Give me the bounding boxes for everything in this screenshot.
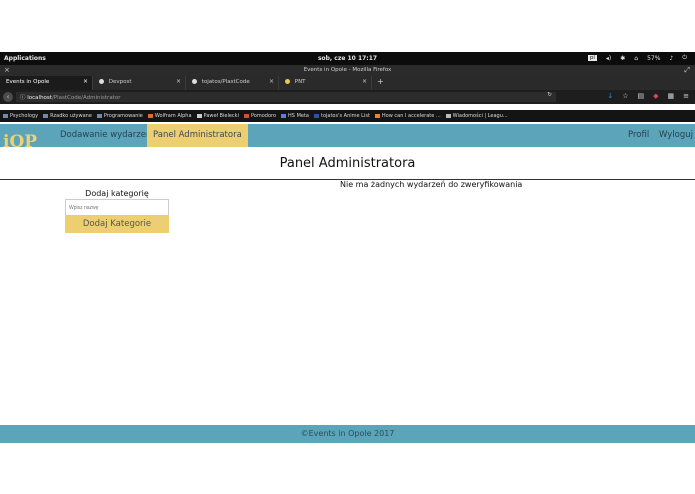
battery-indicator[interactable]: 57% [647, 55, 660, 62]
tab-devpost[interactable]: Devpost × [93, 76, 186, 90]
nav-profile[interactable]: Profil [622, 124, 655, 147]
bluetooth-icon[interactable]: ✱ [620, 55, 625, 62]
close-tab-icon[interactable]: × [269, 78, 274, 85]
bookmark-league[interactable]: Wiadomości | Leagu... [445, 113, 508, 119]
github-icon [192, 79, 197, 84]
site-icon [196, 114, 202, 118]
nav-logout[interactable]: Wyloguj [653, 124, 695, 147]
devpost-icon [99, 79, 104, 84]
downloads-icon[interactable]: ↓ [607, 92, 613, 100]
tab-github[interactable]: tojatos/PlastCode × [186, 76, 279, 90]
bookmarks-toolbar: Psychology Rzadko używane Programowanie … [0, 110, 695, 122]
library-icon[interactable]: ▤ [637, 92, 644, 100]
bookmark-star-icon[interactable]: ☆ [622, 92, 628, 100]
bookmark-label: Pomodoro [250, 113, 277, 119]
wolfram-icon [147, 114, 153, 118]
tab-label: PNT [294, 79, 306, 85]
close-tab-icon[interactable]: × [176, 78, 181, 85]
nav-admin-panel[interactable]: Panel Administratora [147, 124, 248, 147]
add-category-title: Dodaj kategorię [85, 189, 149, 198]
bookmark-label: Wiadomości | Leagu... [452, 113, 508, 119]
tab-events-in-opole[interactable]: Events in Opole × [0, 76, 93, 90]
bookmark-label: How can I accelerate ... [381, 113, 441, 119]
notification-icon[interactable]: ♪ [669, 55, 673, 62]
bookmark-label: Rzadko używane [50, 113, 92, 119]
url-path: /PlastCode/Administrator [51, 95, 121, 101]
bookmark-folder-programowanie[interactable]: Programowanie [96, 113, 143, 119]
bookmark-label: Programowanie [103, 113, 143, 119]
shield-icon[interactable]: ◆ [653, 92, 658, 100]
site-icon [281, 114, 287, 118]
site-logo[interactable]: iOP [3, 126, 51, 152]
bookmark-stackoverflow[interactable]: How can I accelerate ... [374, 113, 441, 119]
new-tab-button[interactable]: + [372, 76, 389, 90]
bookmark-label: Paweł Bielecki [203, 113, 239, 119]
category-name-input[interactable] [65, 199, 169, 216]
tab-label: tojatos/PlastCode [201, 79, 250, 85]
bookmark-bielecki[interactable]: Paweł Bielecki [196, 113, 239, 119]
bookmark-folder-rzadko[interactable]: Rzadko używane [43, 113, 92, 119]
power-icon[interactable]: ⏻ [682, 54, 687, 62]
site-footer: ©Events in Opole 2017 [0, 425, 695, 443]
add-category-button[interactable]: Dodaj Kategorie [65, 216, 169, 233]
site-icon [445, 114, 451, 118]
folder-icon [3, 114, 8, 118]
tab-label: Events in Opole [6, 79, 50, 85]
bookmark-label: HS Meta [288, 113, 309, 119]
tab-strip: Events in Opole × Devpost × tojatos/Plas… [0, 76, 695, 90]
bookmark-wolfram[interactable]: Wolfram Alpha [147, 113, 192, 119]
reload-icon[interactable]: ↻ [547, 92, 552, 98]
keyboard-layout-indicator[interactable]: pl [587, 55, 597, 61]
tomato-icon [243, 114, 249, 118]
url-host: localhost [27, 95, 52, 101]
tab-pnt[interactable]: PNT × [279, 76, 372, 90]
system-tray: pl ◂) ✱ ⌂ 57% ♪ ⏻ [587, 54, 687, 62]
mal-icon [313, 114, 319, 118]
extension-icon[interactable]: ▦ [668, 92, 675, 100]
system-top-bar: Applications sob, cze 10 17:17 pl ◂) ✱ ⌂… [0, 52, 695, 65]
bookmark-label: tojatos's Anime List [320, 113, 370, 119]
bookmark-label: Wolfram Alpha [154, 113, 192, 119]
close-tab-icon[interactable]: × [362, 78, 367, 85]
bookmark-hs-meta[interactable]: HS Meta [281, 113, 309, 119]
tab-label: Devpost [108, 79, 132, 85]
logo-mark-icon: iOP [3, 132, 38, 152]
network-icon[interactable]: ⌂ [634, 55, 638, 62]
back-icon[interactable]: ‹ [3, 92, 13, 102]
url-bar[interactable]: ⓘ localhost/PlastCode/Administrator ↻ [16, 92, 556, 102]
browser-title-bar: × Events in Opole - Mozilla Firefox ⤢ [0, 65, 695, 76]
window-title: Events in Opole - Mozilla Firefox [303, 67, 392, 73]
toolbar-icons: ↓ ☆ ▤ ◆ ▦ ≡ [607, 92, 689, 100]
folder-icon [43, 114, 49, 118]
maximize-icon[interactable]: ⤢ [684, 66, 690, 75]
volume-icon[interactable]: ◂) [606, 55, 611, 62]
close-tab-icon[interactable]: × [83, 78, 88, 85]
stackoverflow-icon [374, 114, 380, 118]
pnt-icon [285, 79, 290, 84]
bookmark-folder-psychology[interactable]: Psychology [3, 113, 38, 119]
navigation-bar: ‹ ⓘ localhost/PlastCode/Administrator ↻ … [0, 90, 695, 104]
folder-icon [96, 114, 102, 118]
menu-icon[interactable]: ≡ [683, 92, 689, 100]
bookmark-anime-list[interactable]: tojatos's Anime List [313, 113, 370, 119]
page-title: Panel Administratora [279, 156, 416, 171]
bookmark-label: Psychology [10, 113, 39, 119]
bookmark-pomodoro[interactable]: Pomodoro [243, 113, 277, 119]
site-navbar: iOP Dodawanie wydarzenia Panel Administr… [0, 124, 695, 152]
no-events-message: Nie ma żadnych wydarzeń do zweryfikowani… [340, 180, 523, 189]
